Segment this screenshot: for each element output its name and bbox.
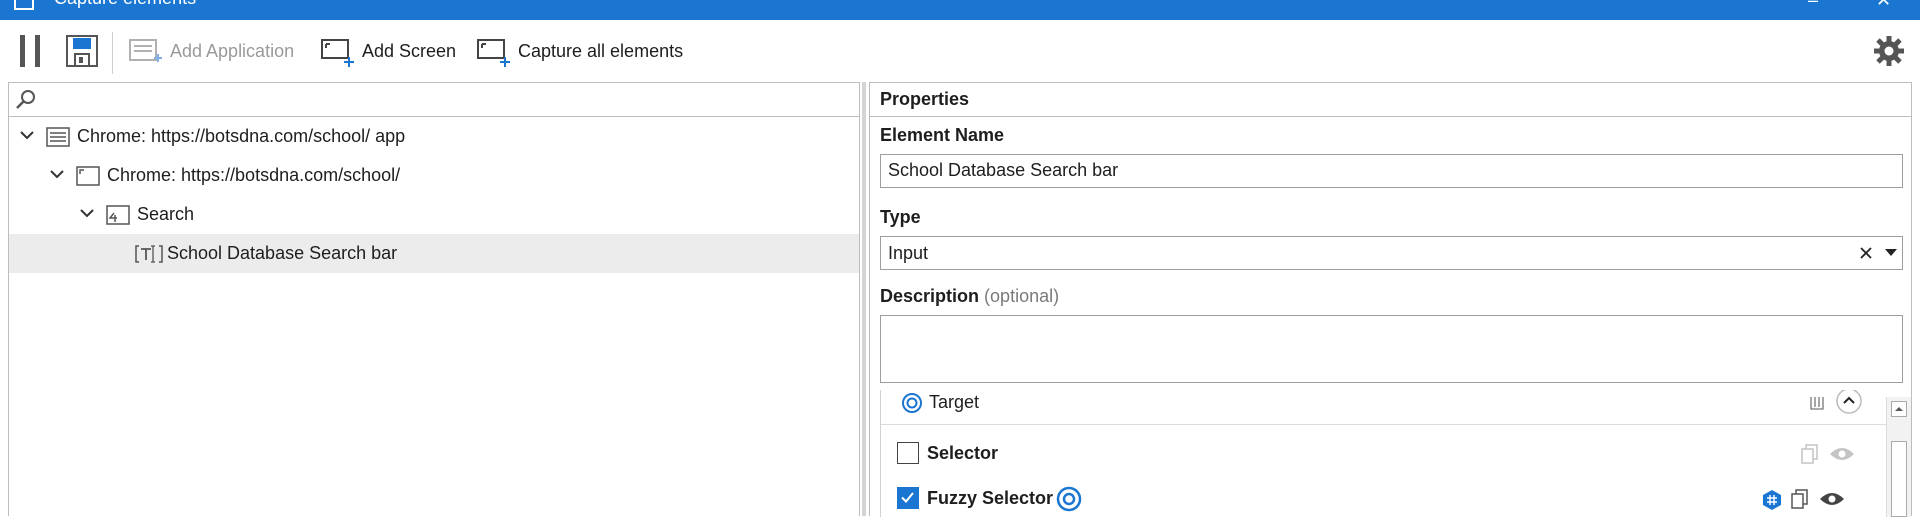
collapse-icon[interactable] xyxy=(1835,390,1863,415)
capture-all-elements-button[interactable]: Capture all elements xyxy=(476,20,683,82)
selector-checkbox[interactable] xyxy=(897,442,919,464)
capture-window-icon xyxy=(14,0,34,10)
type-label: Type xyxy=(880,207,921,227)
target-label: Target xyxy=(929,392,980,412)
type-select[interactable]: Input xyxy=(880,236,1903,270)
capture-all-icon xyxy=(477,39,510,67)
chevron-down-icon[interactable] xyxy=(50,169,64,179)
target-icon[interactable] xyxy=(1056,486,1082,512)
toolbar: Add Application Add Screen Capture all e… xyxy=(0,20,1920,82)
tree-item-label: Chrome: https://botsdna.com/school/ app xyxy=(77,126,406,146)
screen-icon xyxy=(76,166,100,186)
copy-icon[interactable] xyxy=(1801,444,1819,464)
properties-panel: Properties Element Name School Database … xyxy=(869,82,1912,517)
element-name-value: School Database Search bar xyxy=(888,160,1119,180)
capture-all-elements-label: Capture all elements xyxy=(518,40,684,61)
panel-splitter[interactable] xyxy=(862,82,866,516)
minimize-icon[interactable]: – xyxy=(1808,0,1818,11)
add-application-label: Add Application xyxy=(170,40,295,61)
add-screen-label: Add Screen xyxy=(362,40,457,61)
tree-search-input[interactable] xyxy=(9,83,859,117)
scroll-thumb[interactable] xyxy=(1891,441,1907,517)
scroll-up-button[interactable] xyxy=(1891,401,1907,417)
application-icon xyxy=(46,127,70,147)
chevron-down-icon[interactable] xyxy=(80,208,94,218)
fuzzy-match-icon[interactable] xyxy=(1761,489,1783,511)
description-input[interactable] xyxy=(880,315,1903,383)
tree-item-label: Search xyxy=(137,204,195,224)
save-icon xyxy=(66,35,98,67)
tree-item-label: Chrome: https://botsdna.com/school/ xyxy=(107,165,401,185)
checkmark-icon xyxy=(901,492,914,503)
strategy-icon[interactable] xyxy=(1809,395,1825,411)
fuzzy-selector-row: Fuzzy Selector xyxy=(881,486,1889,517)
target-header[interactable]: Target xyxy=(881,390,1889,425)
target-section: Target Selector Fuzzy Selector xyxy=(880,390,1889,517)
search-icon xyxy=(16,90,35,109)
window-title: Capture elements xyxy=(54,0,196,9)
gear-icon xyxy=(1874,36,1904,66)
description-optional: (optional) xyxy=(984,286,1060,306)
scroll-up-icon xyxy=(1895,407,1903,411)
description-label: Description (optional) xyxy=(880,286,1059,307)
tree-item-application[interactable]: Chrome: https://botsdna.com/school/ app xyxy=(9,117,859,156)
eye-icon[interactable] xyxy=(1819,491,1845,507)
selector-label: Selector xyxy=(927,443,999,463)
tree-item-screen[interactable]: Chrome: https://botsdna.com/school/ xyxy=(9,156,859,195)
properties-header: Properties xyxy=(870,83,1911,117)
close-icon[interactable]: ✕ xyxy=(1876,0,1891,11)
target-icon xyxy=(902,393,922,413)
element-tree-panel: Chrome: https://botsdna.com/school/ app … xyxy=(8,82,860,516)
eye-icon[interactable] xyxy=(1829,446,1855,462)
add-screen-button[interactable]: Add Screen xyxy=(320,20,456,82)
pause-button[interactable] xyxy=(18,20,44,82)
clear-icon[interactable] xyxy=(1859,246,1873,260)
element-name-input[interactable]: School Database Search bar xyxy=(880,154,1903,188)
text-input-icon xyxy=(135,245,163,263)
tree-item-label: School Database Search bar xyxy=(167,243,398,263)
description-label-text: Description xyxy=(880,286,980,306)
fuzzy-selector-label: Fuzzy Selector xyxy=(927,488,1054,508)
ui-element-icon xyxy=(106,205,130,225)
copy-icon[interactable] xyxy=(1791,489,1809,509)
add-screen-icon xyxy=(321,39,354,67)
tree-item-search[interactable]: Search xyxy=(9,195,859,234)
properties-scrollbar[interactable] xyxy=(1886,397,1911,517)
fuzzy-selector-checkbox[interactable] xyxy=(897,487,919,509)
dropdown-arrow-icon[interactable] xyxy=(1885,249,1897,257)
save-button[interactable] xyxy=(65,20,99,82)
type-value: Input xyxy=(888,243,929,263)
add-application-icon xyxy=(129,39,162,62)
add-application-button[interactable]: Add Application xyxy=(128,20,294,82)
element-name-label: Element Name xyxy=(880,125,1005,145)
title-bar: Capture elements – ✕ xyxy=(0,0,1920,20)
properties-title: Properties xyxy=(880,89,970,109)
toolbar-separator xyxy=(112,32,113,74)
selector-row: Selector xyxy=(881,442,1889,472)
tree-item-search-bar[interactable]: School Database Search bar xyxy=(9,234,859,273)
chevron-down-icon[interactable] xyxy=(20,130,34,140)
pause-icon xyxy=(20,35,40,67)
settings-button[interactable] xyxy=(1873,20,1905,82)
